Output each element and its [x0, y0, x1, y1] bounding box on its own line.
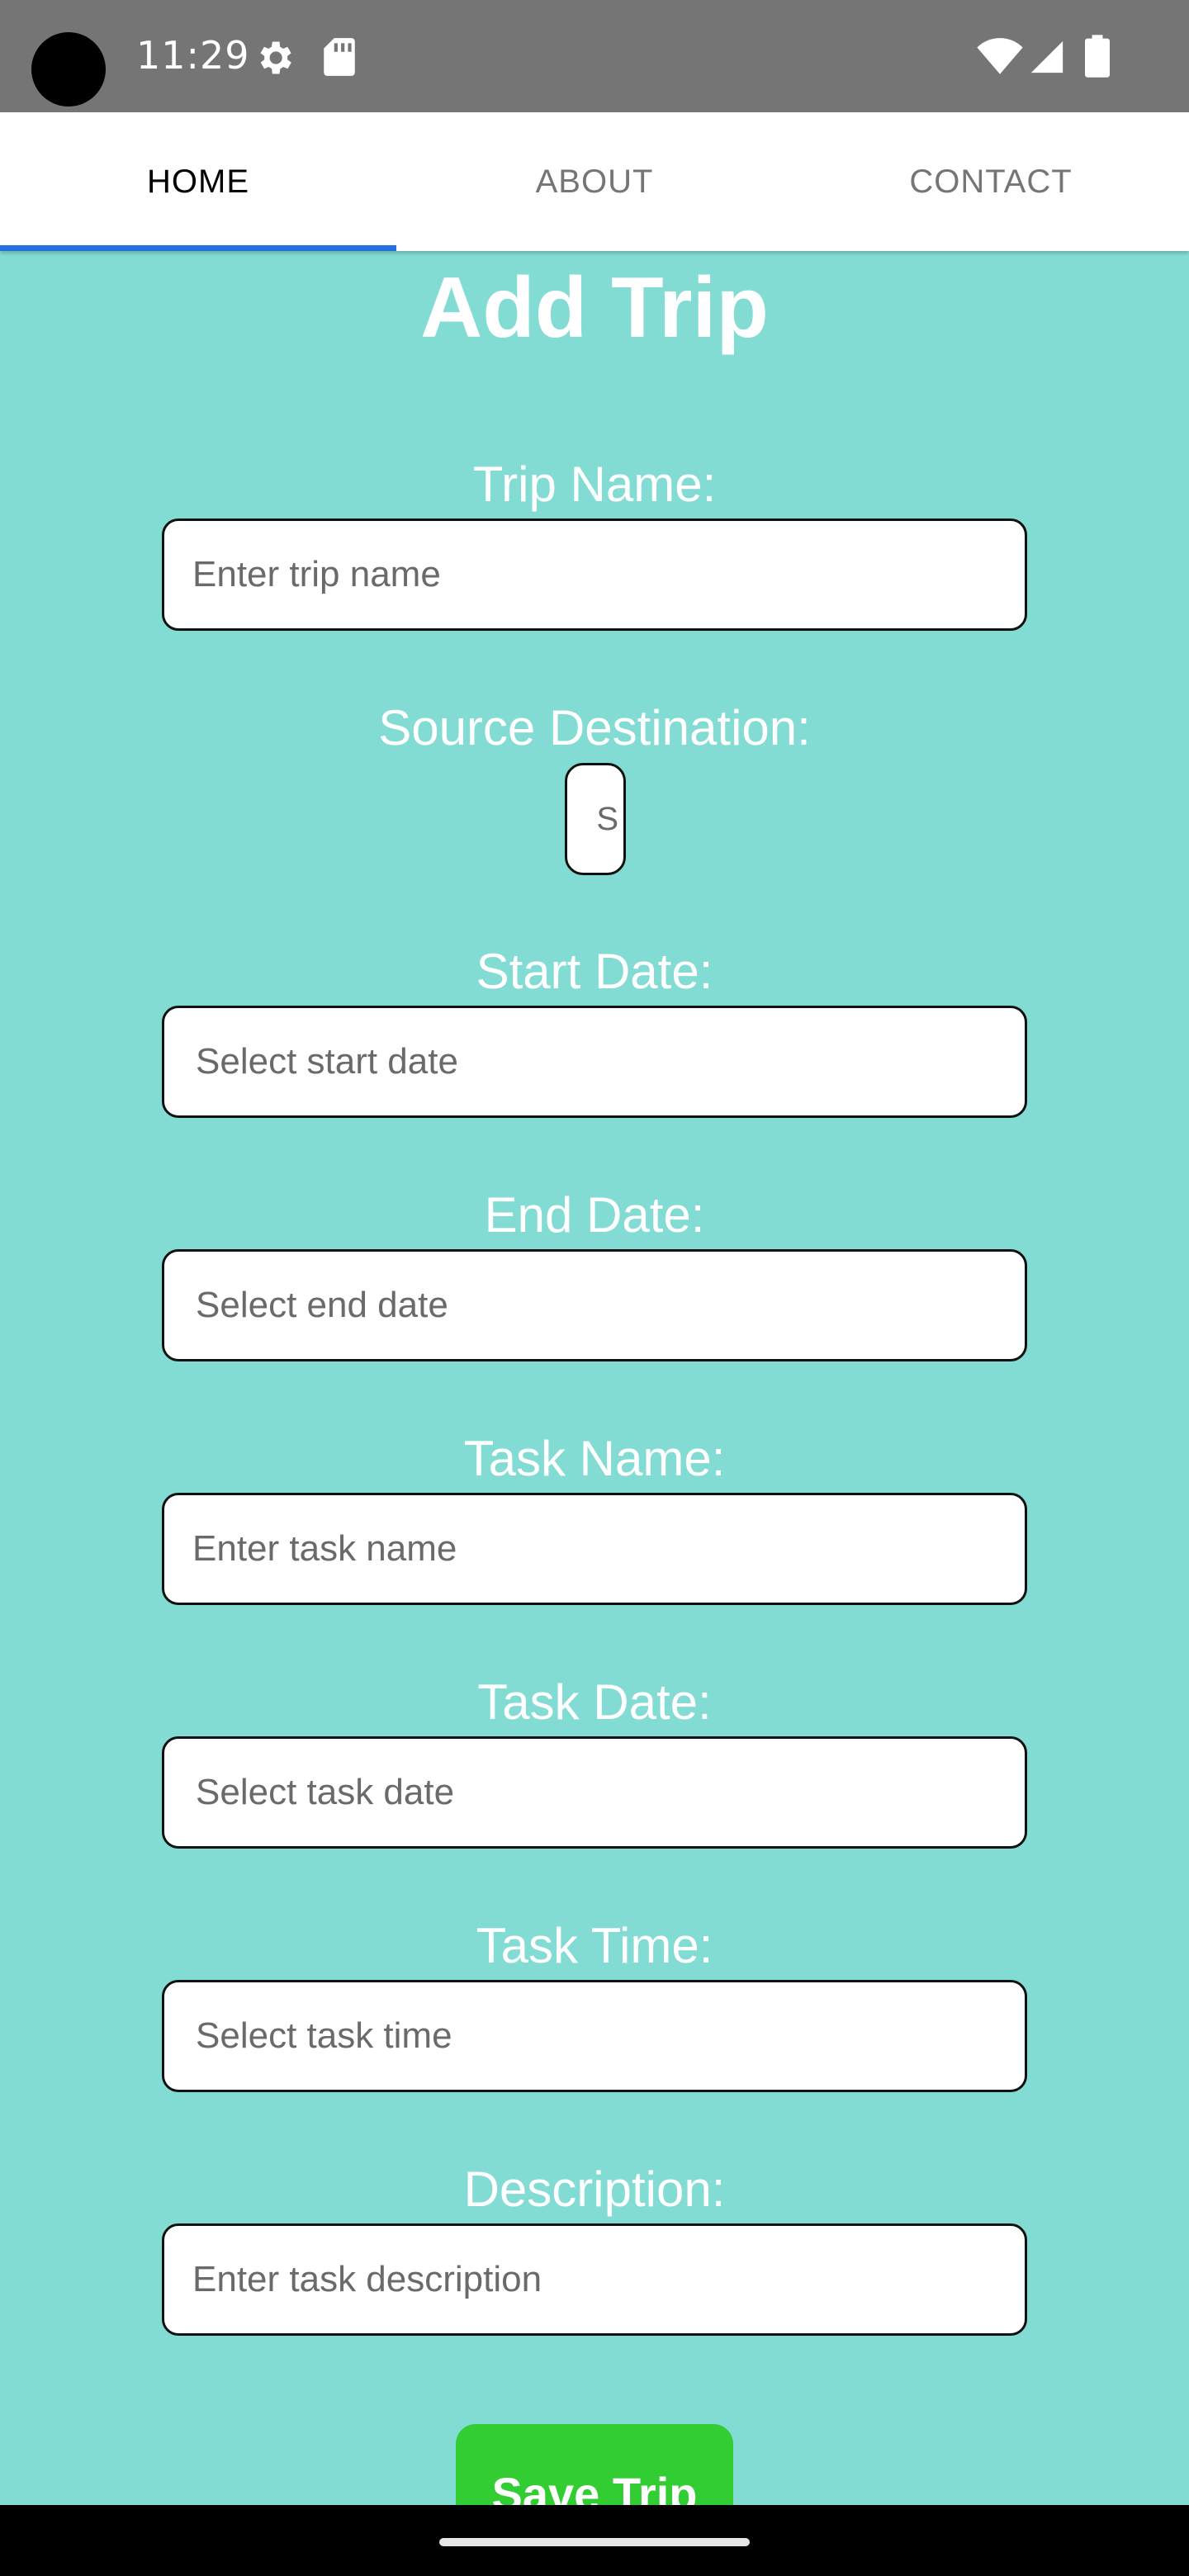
tab-about[interactable]: ABOUT — [396, 112, 793, 251]
source-destination-value: S — [596, 800, 618, 837]
save-trip-button[interactable]: Save Trip — [456, 2424, 733, 2505]
home-gesture-handle[interactable] — [439, 2538, 750, 2546]
end-date-input[interactable] — [162, 1249, 1027, 1361]
start-date-input[interactable] — [162, 1006, 1027, 1118]
task-name-input[interactable] — [162, 1493, 1027, 1605]
task-date-input[interactable] — [162, 1736, 1027, 1849]
task-time-label: Task Time: — [476, 1918, 713, 1973]
source-destination-picker[interactable]: S — [565, 763, 626, 875]
add-trip-form: Add Trip Trip Name: Source Destination: … — [0, 251, 1189, 2505]
tab-contact[interactable]: CONTACT — [793, 112, 1189, 251]
description-label: Description: — [463, 2162, 726, 2217]
sd-card-icon — [324, 38, 355, 76]
status-time: 11:29 — [136, 33, 250, 78]
tab-home[interactable]: HOME — [0, 112, 396, 251]
task-date-label: Task Date: — [477, 1674, 712, 1730]
source-destination-label: Source Destination: — [378, 700, 811, 755]
camera-cutout — [31, 32, 106, 107]
task-time-input[interactable] — [162, 1980, 1027, 2092]
system-navigation-bar — [0, 2505, 1189, 2576]
wifi-icon — [977, 38, 1023, 74]
page-title: Add Trip — [420, 260, 769, 356]
cell-signal-icon — [1030, 40, 1063, 73]
trip-name-input[interactable] — [162, 519, 1027, 631]
battery-icon — [1085, 35, 1110, 78]
task-name-label: Task Name: — [463, 1431, 726, 1486]
end-date-label: End Date: — [484, 1187, 705, 1243]
status-bar: 11:29 — [0, 0, 1189, 112]
gear-icon — [260, 41, 291, 74]
description-input[interactable] — [162, 2223, 1027, 2336]
tab-bar: HOME ABOUT CONTACT — [0, 112, 1189, 251]
start-date-label: Start Date: — [476, 944, 713, 999]
trip-name-label: Trip Name: — [472, 457, 717, 512]
